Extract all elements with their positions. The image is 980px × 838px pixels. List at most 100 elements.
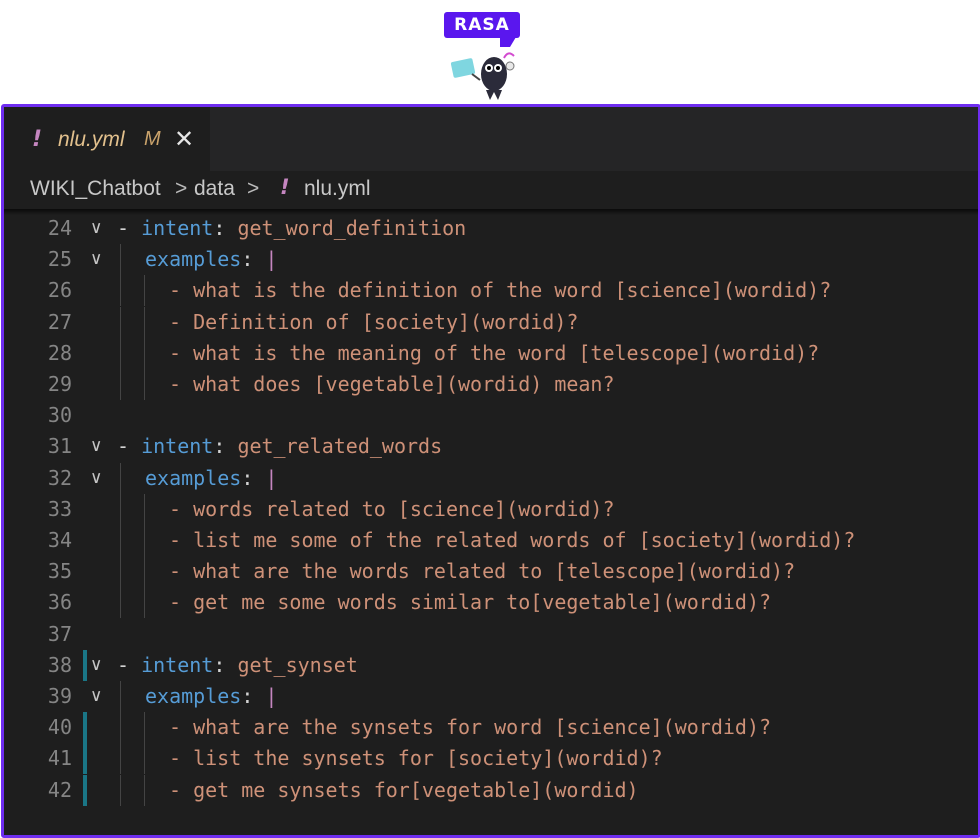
code-line[interactable]: 34 - list me some of the related words of… [4,525,978,556]
yaml-file-icon: ! [32,127,43,152]
training-example: - get me synsets for[vegetable](wordid) [169,777,639,802]
fold-chevron-icon[interactable]: ∨ [90,655,102,675]
line-number: 24 [47,216,72,240]
block-scalar-indicator: | [265,465,278,490]
training-example: - what are the synsets for word [science… [169,715,772,740]
intent-name: get_related_words [237,434,443,459]
code-line[interactable]: 42 - get me synsets for[vegetable](wordid… [4,774,978,806]
code-text: - what are the words related to [telesco… [169,559,795,583]
yaml-colon: : [241,684,266,708]
code-line[interactable]: 25 ∨ examples: | [4,244,978,276]
code-text: - what are the synsets for word [science… [169,715,771,739]
breadcrumb-item-folder[interactable]: data [194,177,235,201]
code-text: - words related to [science](wordid)? [169,497,615,521]
line-number: 39 [47,684,72,708]
code-line[interactable]: 40 - what are the synsets for word [scien… [4,712,978,744]
training-example: - get me some words similar to[vegetable… [169,590,772,615]
indent-guide [120,244,121,276]
git-change-marker[interactable] [83,774,87,806]
fold-chevron-icon[interactable]: ∨ [90,686,102,706]
line-number: 27 [47,309,72,334]
indent-guide [120,712,121,744]
code-text: examples: | [145,684,277,708]
line-number: 38 [47,652,72,677]
indent-guide [120,493,121,525]
line-number: 42 [47,777,72,802]
code-text: - intent: get_synset [117,653,358,677]
code-line[interactable]: 36 - get me some words similar to[vegetab… [4,587,978,619]
line-number: 30 [47,403,72,428]
line-number: 25 [47,247,72,272]
line-number: 41 [47,746,72,771]
code-line[interactable]: 38 ∨ - intent: get_synset [4,649,978,681]
indent-guide [120,525,121,556]
intent-name: get_word_definition [237,216,467,240]
yaml-colon: : [213,216,238,240]
code-line[interactable]: 28 - what is the meaning of the word [tel… [4,337,978,369]
code-line[interactable]: 41 - list the synsets for [society](wordi… [4,743,978,775]
fold-chevron-icon[interactable]: ∨ [90,436,102,456]
chevron-right-icon: > [175,177,188,200]
code-text: - list me some of the related words of [… [169,528,855,552]
indent-guide [120,306,121,338]
code-text: examples: | [145,247,277,271]
code-line[interactable]: 26 - what is the definition of the word [… [4,275,978,307]
code-line[interactable]: 33 - words related to [science](wordid)? [4,493,978,525]
code-line[interactable]: 39 ∨ examples: | [4,681,978,712]
code-text: - list the synsets for [society](wordid)… [169,746,663,770]
editor-window: ! nlu.yml M ✕ WIKI_Chatbot > data > ! nl… [1,104,980,838]
indent-guide [144,275,145,307]
indent-guide [120,774,121,806]
training-example: - what is the definition of the word [sc… [169,278,832,303]
code-line[interactable]: 37 [4,619,978,650]
modified-indicator: M [144,128,161,150]
code-text: - intent: get_word_definition [117,216,466,240]
training-example: - Definition of [society](wordid)? [169,309,579,334]
code-line[interactable]: 35 - what are the words related to [teles… [4,556,978,588]
line-number: 33 [47,496,72,521]
training-example: - list me some of the related words of [… [169,528,856,552]
close-icon[interactable]: ✕ [174,125,194,153]
indent-guide [120,587,121,619]
code-line[interactable]: 29 - what does [vegetable](wordid) mean? [4,369,978,400]
indent-guide [144,712,145,744]
code-line[interactable]: 31 ∨ - intent: get_related_words [4,431,978,462]
indent-guide [144,556,145,588]
tab-bar: ! nlu.yml M ✕ [4,107,978,171]
indent-guide [144,493,145,525]
line-number: 31 [47,434,72,459]
fold-chevron-icon[interactable]: ∨ [90,218,102,238]
git-change-marker[interactable] [83,649,87,681]
code-line[interactable]: 30 [4,400,978,431]
indent-guide [120,556,121,588]
breadcrumb-item-file[interactable]: nlu.yml [304,177,371,201]
code-text: - what is the definition of the word [sc… [169,278,831,302]
list-dash: - [117,434,142,459]
training-example: - what is the meaning of the word [teles… [169,340,820,365]
tab-label: nlu.yml [58,128,125,151]
yaml-file-icon: ! [280,175,290,199]
breadcrumb-item-project[interactable]: WIKI_Chatbot [30,177,161,201]
intent-name: get_synset [237,652,358,677]
yaml-colon: : [213,434,238,459]
code-line[interactable]: 27 - Definition of [society](wordid)? [4,306,978,338]
training-example: - what does [vegetable](wordid) mean? [169,372,615,396]
code-line[interactable]: 24 ∨ - intent: get_word_definition [4,213,978,244]
code-line[interactable]: 32 ∨ examples: | [4,462,978,494]
scroll-shadow [4,209,978,215]
yaml-colon: : [241,247,266,272]
tab-nlu-yml[interactable]: ! nlu.yml M ✕ [4,107,210,171]
line-number: 36 [47,590,72,615]
git-change-marker[interactable] [83,743,87,775]
line-number: 40 [47,715,72,740]
yaml-colon: : [241,465,266,490]
git-change-marker[interactable] [83,712,87,744]
indent-guide [144,337,145,369]
fold-chevron-icon[interactable]: ∨ [90,468,102,488]
code-editor[interactable]: 24 ∨ - intent: get_word_definition 25 ∨ examp… [4,200,978,835]
code-text: - what does [vegetable](wordid) mean? [169,372,615,396]
block-scalar-indicator: | [265,247,278,272]
fold-chevron-icon[interactable]: ∨ [90,249,102,269]
yaml-colon: : [213,652,238,677]
rasa-logo-area: RASA [0,0,980,104]
